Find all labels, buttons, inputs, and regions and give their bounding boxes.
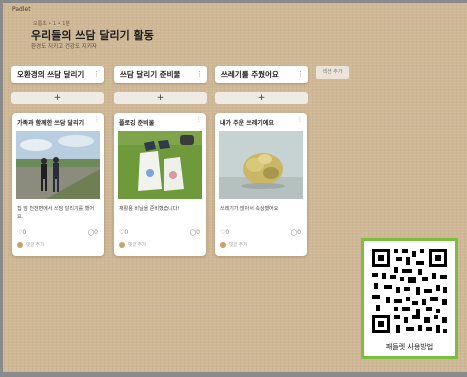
add-comment-input[interactable]: 댓글 추가 bbox=[128, 242, 146, 248]
post-card-3[interactable]: 내가 주운 쓰레기에요 ⋮ 쓰레기가 많아서 속상했어요 ♡0 ◯0 댓글 추가 bbox=[215, 113, 307, 256]
column-header-3[interactable]: 쓰레기를 주웠어요 ⋮ bbox=[215, 66, 308, 83]
column-title: 쓰레기를 주웠어요 bbox=[221, 70, 279, 79]
post-body: 재활용 비닐을 준비했습니다! bbox=[119, 206, 180, 212]
window-frame-left bbox=[0, 0, 3, 377]
comment-count: 0 bbox=[94, 229, 98, 236]
comment-button[interactable]: ◯0 bbox=[290, 229, 301, 236]
more-options-icon[interactable]: ⋮ bbox=[94, 116, 100, 123]
add-comment-input[interactable]: 댓글 추가 bbox=[26, 242, 44, 248]
post-card-1[interactable]: 가족과 함께한 쓰담 달리기 ⋮ 집 앞 천천변에서 쓰담 달리기를 했어요. … bbox=[12, 113, 104, 256]
more-options-icon[interactable]: ⋮ bbox=[297, 66, 304, 83]
more-options-icon[interactable]: ⋮ bbox=[196, 66, 203, 83]
comment-button[interactable]: ◯0 bbox=[87, 229, 98, 236]
window-frame-bottom bbox=[0, 372, 467, 377]
more-options-icon[interactable]: ⋮ bbox=[297, 116, 303, 123]
avatar bbox=[220, 242, 226, 248]
app-brand[interactable]: Padlet bbox=[12, 6, 31, 13]
column-header-1[interactable]: 오환경의 쓰담 달리기 ⋮ bbox=[11, 66, 104, 83]
qr-caption: 패들렛 사용방법 bbox=[385, 343, 434, 351]
post-body: 쓰레기가 많아서 속상했어요 bbox=[220, 206, 279, 212]
comment-count: 0 bbox=[297, 229, 301, 236]
column-title: 쓰담 달리기 준비물 bbox=[120, 70, 181, 79]
post-title: 플로깅 준비물 bbox=[119, 120, 155, 127]
post-title: 가족과 함께한 쓰담 달리기 bbox=[17, 120, 84, 127]
add-post-button-1[interactable]: + bbox=[11, 92, 104, 104]
qr-code-panel[interactable]: 패들렛 사용방법 bbox=[361, 238, 458, 359]
like-count: 0 bbox=[124, 229, 129, 236]
post-title: 내가 주운 쓰레기에요 bbox=[220, 120, 274, 127]
page-subtitle: 환경도 지키고 건강도 지키자 bbox=[31, 44, 97, 50]
breadcrumb: 오름초 • 1 • 1분 bbox=[33, 21, 71, 27]
qr-code-icon bbox=[372, 249, 447, 333]
page-title: 우리들의 쓰담 달리기 활동 bbox=[31, 29, 154, 42]
post-body: 집 앞 천천변에서 쓰담 달리기를 했어요. bbox=[17, 206, 94, 220]
plogging-supplies-photo[interactable] bbox=[118, 131, 202, 199]
comment-count: 0 bbox=[196, 229, 200, 236]
more-options-icon[interactable]: ⋮ bbox=[93, 66, 100, 83]
add-post-button-2[interactable]: + bbox=[114, 92, 207, 104]
avatar bbox=[17, 242, 23, 248]
family-running-photo[interactable] bbox=[16, 131, 100, 199]
post-card-2[interactable]: 플로깅 준비물 ⋮ 재활용 비닐을 준비했습니다! ♡0 ◯0 댓글 추가 bbox=[114, 113, 206, 256]
comment-button[interactable]: ◯0 bbox=[189, 229, 200, 236]
column-header-2[interactable]: 쓰담 달리기 준비물 ⋮ bbox=[114, 66, 207, 83]
window-frame-top bbox=[0, 0, 467, 3]
trash-photo[interactable] bbox=[219, 131, 303, 199]
add-comment-input[interactable]: 댓글 추가 bbox=[229, 242, 247, 248]
like-button[interactable]: ♡0 bbox=[119, 229, 128, 236]
add-post-button-3[interactable]: + bbox=[215, 92, 308, 104]
like-count: 0 bbox=[225, 229, 230, 236]
like-button[interactable]: ♡0 bbox=[220, 229, 229, 236]
more-options-icon[interactable]: ⋮ bbox=[196, 116, 202, 123]
like-button[interactable]: ♡0 bbox=[17, 229, 26, 236]
avatar bbox=[119, 242, 125, 248]
like-count: 0 bbox=[22, 229, 27, 236]
column-title: 오환경의 쓰담 달리기 bbox=[17, 70, 85, 79]
add-column-button[interactable]: 섹션 추가 bbox=[316, 66, 349, 79]
